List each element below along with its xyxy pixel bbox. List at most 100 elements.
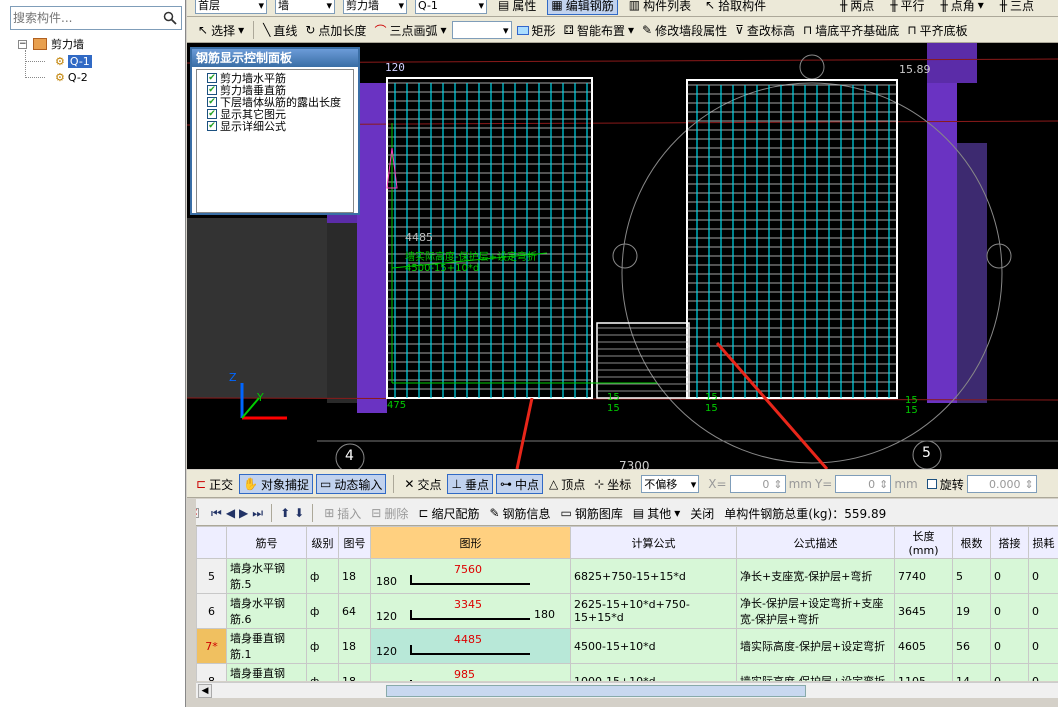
- cell-formula[interactable]: 1000-15+10*d: [570, 663, 737, 681]
- col-loss[interactable]: 损耗: [1028, 526, 1058, 559]
- line-button[interactable]: ╲ 直线: [260, 20, 300, 40]
- obj-snap-button[interactable]: ✋ 对象捕捉: [239, 474, 314, 494]
- parallel-button[interactable]: ╫ 平行: [887, 0, 927, 15]
- other-button[interactable]: ▤ 其他 ▾: [630, 503, 683, 523]
- table-row[interactable]: 7* 墙身垂直钢筋.1 ф 18 120 4485 4500-15+10*d 墙实际高度-保护…: [196, 628, 1058, 664]
- first-icon[interactable]: ⏮: [211, 506, 222, 521]
- cell-shape[interactable]: 120 3345 180: [370, 593, 571, 629]
- cell-lap[interactable]: 0: [990, 593, 1029, 629]
- mid-button[interactable]: ⊶ 中点: [495, 474, 543, 494]
- cell-idx[interactable]: 6: [196, 593, 227, 629]
- scroll-thumb[interactable]: [386, 685, 806, 697]
- cell-formula[interactable]: 6825+750-15+15*d: [570, 558, 737, 594]
- cell-loss[interactable]: 0: [1028, 628, 1058, 664]
- smart-layout-button[interactable]: ⚃ 智能布置 ▾: [561, 20, 637, 40]
- coord-button[interactable]: ⊹ 坐标: [591, 474, 634, 494]
- cell-name[interactable]: 墙身垂直钢筋.1: [226, 628, 307, 664]
- library-button[interactable]: ▭ 钢筋图库: [558, 503, 626, 523]
- cell-shape[interactable]: 180 7560: [370, 558, 571, 594]
- pick-button[interactable]: ↖ 拾取构件: [702, 0, 769, 15]
- cell-name[interactable]: 墙身垂直钢筋.2: [226, 663, 307, 681]
- scroll-left-icon[interactable]: ◀: [198, 684, 212, 698]
- search-icon[interactable]: [160, 8, 180, 28]
- cell-formula[interactable]: 2625-15+10*d+750-15+15*d: [570, 593, 737, 629]
- collapse-icon[interactable]: −: [18, 39, 27, 49]
- cell-count[interactable]: 5: [952, 558, 991, 594]
- cell-fig[interactable]: 18: [338, 663, 371, 681]
- last-icon[interactable]: ⏭: [252, 506, 263, 521]
- checkbox-icon[interactable]: ✔: [207, 97, 217, 107]
- cell-count[interactable]: 14: [952, 663, 991, 681]
- cell-fig[interactable]: 18: [338, 628, 371, 664]
- col-shape[interactable]: 图形: [370, 526, 571, 559]
- cell-length[interactable]: 3645: [894, 593, 953, 629]
- cell-loss[interactable]: 0: [1028, 558, 1058, 594]
- col-name[interactable]: 筋号: [226, 526, 307, 559]
- edit-rebar-button[interactable]: ▦ 编辑钢筋: [547, 0, 618, 15]
- intersect-button[interactable]: ✕ 交点: [401, 474, 444, 494]
- search-box[interactable]: [10, 6, 182, 30]
- cell-lap[interactable]: 0: [990, 558, 1029, 594]
- tree-root[interactable]: − 剪力墙: [18, 37, 84, 51]
- rotate-input[interactable]: 0.000 ⇕: [966, 475, 1037, 493]
- next-icon[interactable]: ▶: [239, 506, 248, 520]
- cell-desc[interactable]: 净长-保护层+设定弯折+支座宽-保护层+弯折: [736, 593, 895, 629]
- prev-icon[interactable]: ◀: [226, 506, 235, 520]
- y-input[interactable]: 0 ⇕: [835, 475, 892, 493]
- cell-formula[interactable]: 4500-15+10*d: [570, 628, 737, 664]
- delete-button[interactable]: ⊟ 删除: [368, 503, 411, 523]
- insert-button[interactable]: ⊞ 插入: [321, 503, 364, 523]
- cell-desc[interactable]: 净长+支座宽-保护层+弯折: [736, 558, 895, 594]
- scale-button[interactable]: ⊏ 缩尺配筋: [415, 503, 482, 523]
- tree-item-q1[interactable]: ⚙ Q-1: [55, 54, 92, 68]
- ortho-button[interactable]: ⊏ 正交: [193, 474, 236, 494]
- rotate-checkbox[interactable]: [926, 479, 937, 489]
- rect-button[interactable]: 矩形: [514, 20, 559, 40]
- attr-button[interactable]: ▤ 属性: [495, 0, 539, 15]
- cell-shape[interactable]: 120 4485: [370, 628, 571, 664]
- arc-mode-select[interactable]: ▾: [451, 21, 512, 39]
- vertex-button[interactable]: △ 顶点: [546, 474, 588, 494]
- three-point-button[interactable]: ╫ 三点: [997, 0, 1037, 15]
- col-lap[interactable]: 搭接: [990, 526, 1029, 559]
- cell-lap[interactable]: 0: [990, 663, 1029, 681]
- col-desc[interactable]: 公式描述: [736, 526, 895, 559]
- splitter[interactable]: [186, 498, 196, 707]
- align-board-button[interactable]: ⊓ 平齐底板: [904, 20, 970, 40]
- cell-grade[interactable]: ф: [306, 628, 339, 664]
- cell-idx[interactable]: 7*: [196, 628, 227, 664]
- x-input[interactable]: 0 ⇕: [729, 475, 786, 493]
- cell-fig[interactable]: 64: [338, 593, 371, 629]
- cell-lap[interactable]: 0: [990, 628, 1029, 664]
- modify-segment-button[interactable]: ✎ 修改墙段属性: [639, 20, 730, 40]
- cell-grade[interactable]: ф: [306, 663, 339, 681]
- cell-fig[interactable]: 18: [338, 558, 371, 594]
- cell-length[interactable]: 7740: [894, 558, 953, 594]
- search-input[interactable]: [13, 10, 153, 26]
- cell-count[interactable]: 19: [952, 593, 991, 629]
- checkbox-icon[interactable]: ✔: [207, 85, 217, 95]
- point-angle-button[interactable]: ╫ 点角 ▾: [938, 0, 987, 15]
- table-row[interactable]: 6 墙身水平钢筋.6 ф 64 120 3345 180 2625-15+10*d+750-1…: [196, 593, 1058, 629]
- option-detail-formula[interactable]: ✔ 显示详细公式: [197, 120, 353, 133]
- cell-idx[interactable]: 5: [196, 558, 227, 594]
- element-select[interactable]: Q-1 ▾: [415, 0, 487, 14]
- cell-grade[interactable]: ф: [306, 558, 339, 594]
- cell-desc[interactable]: 墙实际高度-保护层+设定弯折: [736, 663, 895, 681]
- floor-select[interactable]: 首层 ▾: [195, 0, 267, 14]
- align-bottom-button[interactable]: ⊓ 墙底平齐基础底: [800, 20, 902, 40]
- check-elev-button[interactable]: ⊽ 查改标高: [732, 20, 798, 40]
- select-button[interactable]: ↖ 选择 ▾: [195, 20, 247, 40]
- cell-loss[interactable]: 0: [1028, 663, 1058, 681]
- point-length-button[interactable]: ↻ 点加长度: [302, 20, 369, 40]
- cell-count[interactable]: 56: [952, 628, 991, 664]
- info-button[interactable]: ✎ 钢筋信息: [486, 503, 553, 523]
- component-list-button[interactable]: ▥ 构件列表: [626, 0, 694, 15]
- type-select[interactable]: 墙 ▾: [275, 0, 335, 14]
- col-fig[interactable]: 图号: [338, 526, 371, 559]
- perp-button[interactable]: ⊥ 垂点: [447, 474, 493, 494]
- cell-desc[interactable]: 墙实际高度-保护层+设定弯折: [736, 628, 895, 664]
- col-count[interactable]: 根数: [952, 526, 991, 559]
- subtype-select[interactable]: 剪力墙 ▾: [343, 0, 407, 14]
- col-formula[interactable]: 计算公式: [570, 526, 737, 559]
